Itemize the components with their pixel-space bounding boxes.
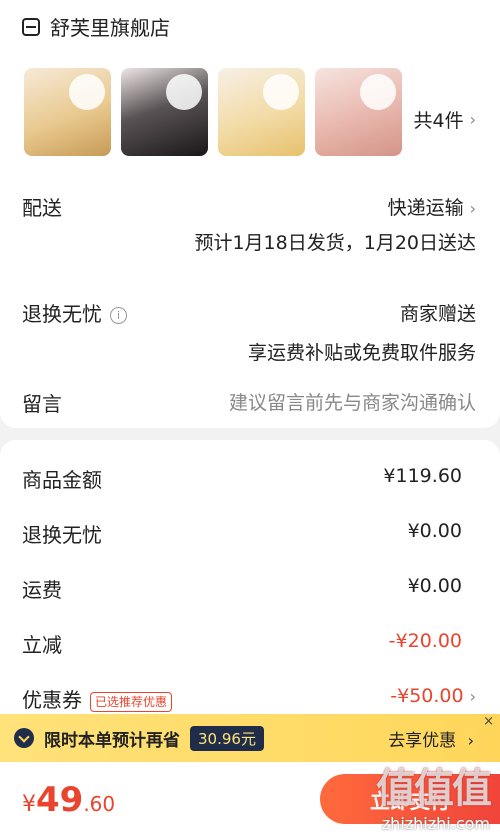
product-thumbnail[interactable] [121,68,208,156]
price-decimal: .60 [83,792,116,816]
chevron-right-icon: › [467,730,474,750]
promo-banner[interactable]: 限时本单预计再省 30.96元 去享优惠 › × [0,714,500,762]
promo-cta[interactable]: 去享优惠 › [388,726,474,751]
goods-amount-label: 商品金额 [22,468,102,492]
coupon-label: 优惠券 已选推荐优惠 [22,684,173,713]
message-input[interactable]: 建议留言前先与商家沟通确认 [229,388,476,415]
delivery-method-text: 快递运输 [387,197,464,219]
info-icon[interactable]: i [110,307,127,324]
shipping-fee-value: ¥0.00 [407,575,462,597]
store-name: 舒芙里旗舰店 [50,16,170,40]
return-fee-value: ¥0.00 [407,520,462,542]
watermark-url: zhizhizhi.com [381,814,490,833]
chevron-right-icon: › [469,110,476,129]
item-count-link[interactable]: 共4件 › [414,106,477,133]
coupon-value[interactable]: -¥50.00 › [390,685,476,707]
watermark: 值值值 zhizhizhi.com [376,756,492,833]
goods-amount-value: ¥119.60 [383,465,462,487]
discount-value: -¥20.00 [388,630,462,652]
item-count: 共4件 [413,110,464,132]
checkout-bar: ¥49.60 立即支付 值值值 zhizhizhi.com [0,762,500,837]
shop-icon [22,17,40,36]
coupon-badge: 已选推荐优惠 [90,691,173,712]
amount-card: 商品金额 ¥119.60 退换无忧 ¥0.00 运费 ¥0.00 立减 -¥20… [0,440,500,740]
chevron-right-icon: › [469,199,476,218]
delivery-estimate: 预计1月18日发货，1月20日送达 [194,232,476,254]
store-header[interactable]: 舒芙里旗舰店 [22,12,170,41]
shipping-fee-label: 运费 [22,578,62,602]
watermark-logo: 值值值 [376,766,492,812]
promo-text: 限时本单预计再省 [44,730,180,751]
delivery-label: 配送 [22,196,62,220]
price-currency: ¥ [22,792,36,817]
chevron-right-icon: › [469,687,476,706]
product-thumbnail[interactable] [24,68,111,156]
return-service-label-text: 退换无忧 [22,302,102,326]
message-label: 留言 [22,392,62,416]
return-fee-label: 退换无忧 [22,523,102,547]
product-thumbnails[interactable] [24,68,402,156]
return-service-desc: 享运费补贴或免费取件服务 [247,342,476,364]
cake-image-icon [263,74,299,110]
cake-image-icon [69,74,105,110]
price-integer: 49 [36,780,84,820]
order-card: 舒芙里旗舰店 共4件 › 配送 快递运输 › 预计1月18日发货，1月20日送达 … [0,0,500,428]
discount-label: 立减 [22,633,62,657]
promo-cta-text: 去享优惠 [388,730,457,751]
coupon-value-text: -¥50.00 [390,685,464,707]
close-icon[interactable]: × [483,714,494,729]
coupon-label-text: 优惠券 [22,688,82,712]
return-service-value: 商家赠送 [399,303,476,325]
product-thumbnail[interactable] [315,68,402,156]
return-service-label: 退换无忧 i [22,298,127,327]
total-price: ¥49.60 [22,780,115,820]
promo-amount: 30.96元 [190,725,264,751]
cake-image-icon [166,74,202,110]
discount-check-icon [14,728,34,748]
cake-image-icon [360,74,396,110]
product-thumbnail[interactable] [218,68,305,156]
delivery-method[interactable]: 快递运输 › [388,193,476,220]
